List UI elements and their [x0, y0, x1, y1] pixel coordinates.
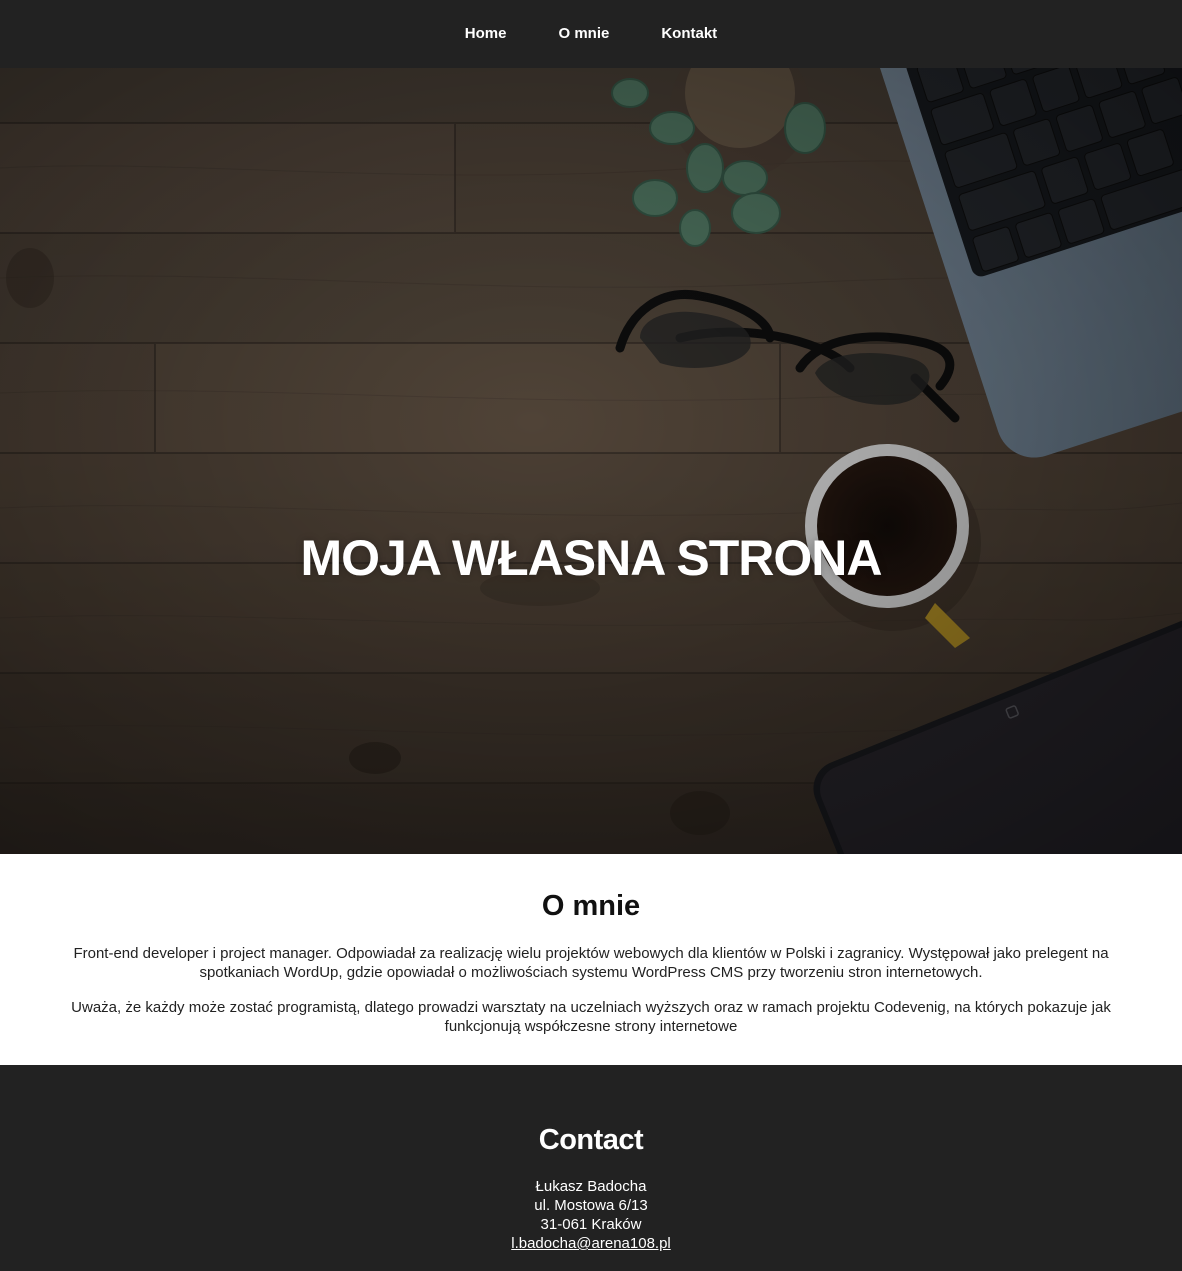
top-navigation: Home O mnie Kontakt: [0, 0, 1182, 68]
contact-name: Łukasz Badocha: [535, 1178, 647, 1195]
about-heading: O mnie: [541, 890, 641, 922]
about-paragraph-2: Uważa, że każdy może zostać programistą,…: [71, 999, 1111, 1035]
about-section: O mnie Front-end developer i project man…: [0, 854, 1182, 1065]
nav-link-home[interactable]: Home: [465, 24, 507, 44]
nav-link-about[interactable]: O mnie: [558, 24, 609, 44]
contact-city: 31-061 Kraków: [540, 1216, 642, 1233]
contact-email-link[interactable]: l.badocha@arena108.pl: [511, 1235, 671, 1252]
hero-title: MOJA WŁASNA STRONA: [300, 530, 882, 586]
nav-link-contact[interactable]: Kontakt: [661, 24, 717, 44]
contact-section: Contact Łukasz Badocha ul. Mostowa 6/13 …: [0, 1065, 1182, 1271]
contact-street: ul. Mostowa 6/13: [534, 1197, 648, 1214]
hero-banner: MOJA WŁASNA STRONA: [0, 68, 1182, 854]
hero-background-image: [0, 68, 1182, 854]
contact-email-row: l.badocha@arena108.pl: [0, 1234, 1182, 1253]
about-paragraph-1: Front-end developer i project manager. O…: [73, 945, 1109, 981]
contact-heading: Contact: [538, 1124, 644, 1156]
